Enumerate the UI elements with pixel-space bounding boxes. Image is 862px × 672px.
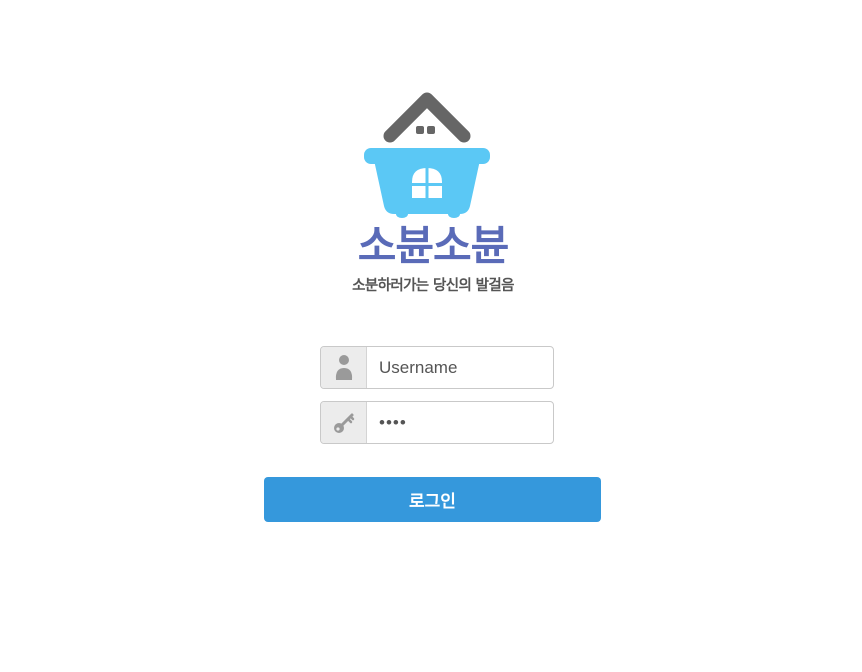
username-addon xyxy=(321,347,367,388)
login-button[interactable]: 로그인 xyxy=(264,477,601,522)
password-addon xyxy=(321,402,367,443)
username-field xyxy=(320,346,554,389)
username-input[interactable] xyxy=(367,347,553,388)
user-icon xyxy=(335,354,352,380)
brand-subtitle: 소분하러가는 당신의 발걸음 xyxy=(352,278,514,294)
brand-logo: 소뷴소뷴 소분하러가는 당신의 발걸음 xyxy=(340,88,526,300)
house-basket-logo-icon xyxy=(364,92,490,218)
brand-title: 소뷴소뷴 xyxy=(357,221,510,270)
key-icon xyxy=(333,413,354,433)
password-input[interactable] xyxy=(367,402,553,443)
password-field xyxy=(320,401,554,444)
